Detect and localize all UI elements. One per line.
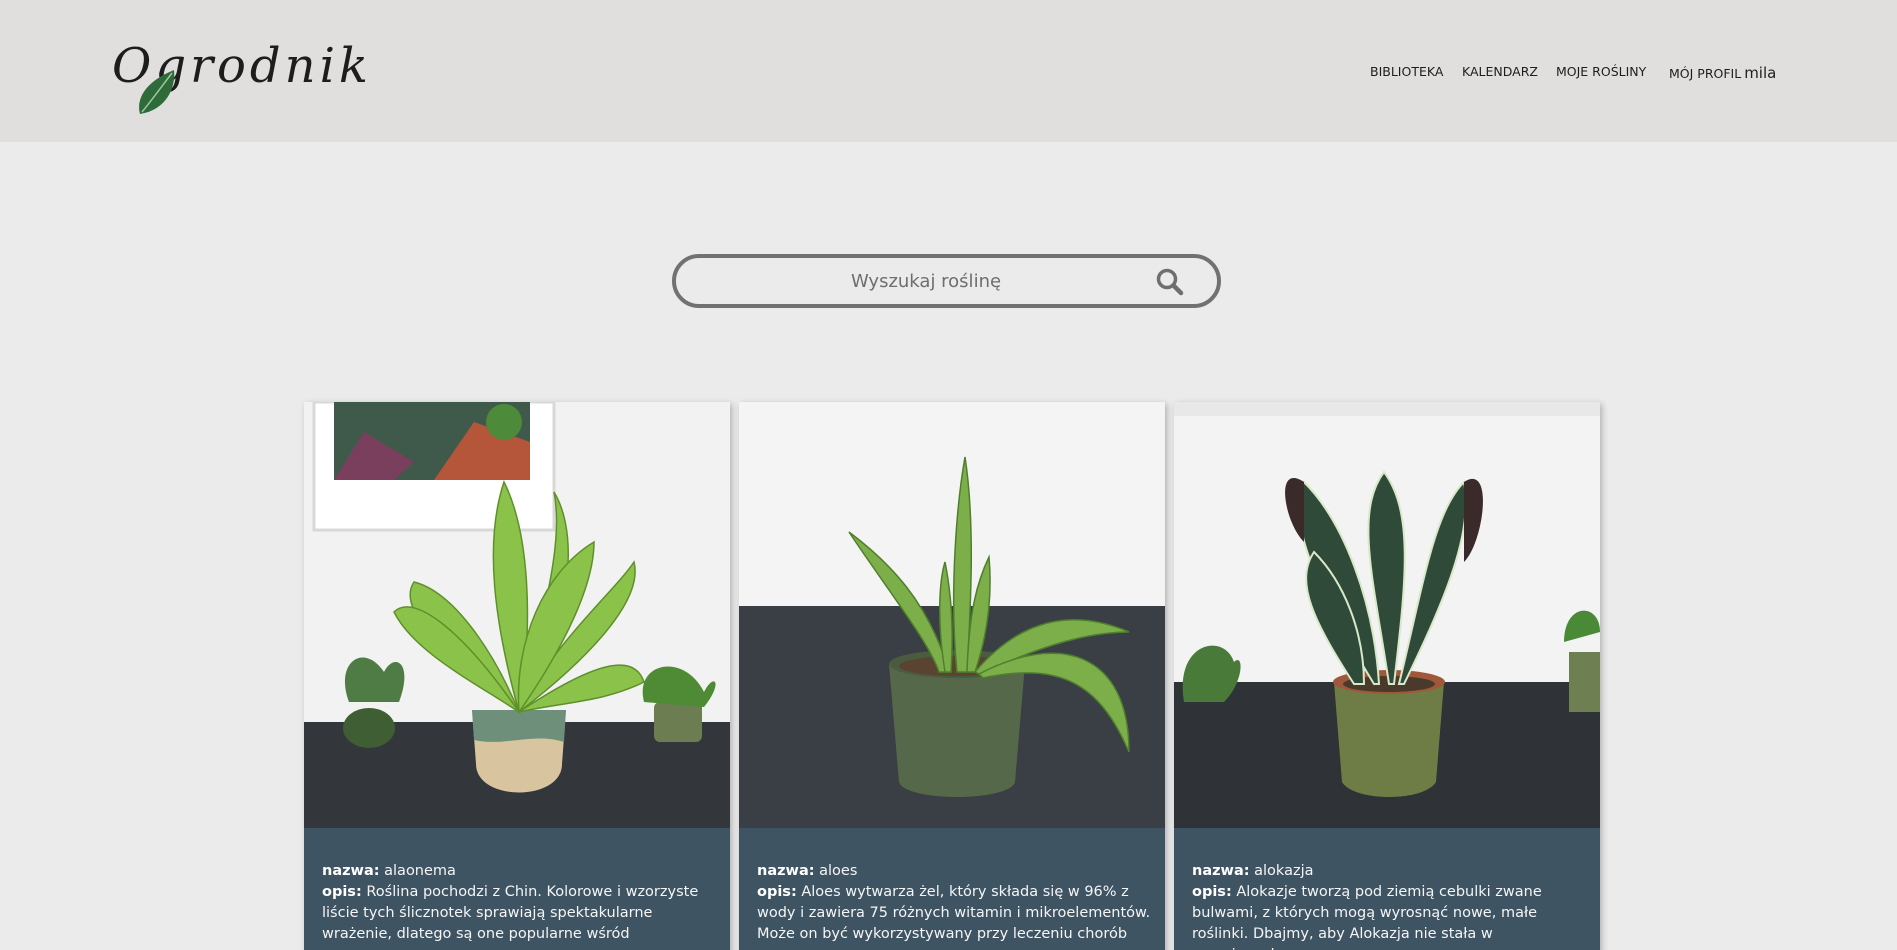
nav-moj-profil[interactable]: MÓJ PROFIL mila xyxy=(1669,64,1776,82)
description-label: opis: xyxy=(322,884,362,900)
nav-kalendarz[interactable]: KALENDARZ xyxy=(1462,64,1538,79)
plant-description: Roślina pochodzi z Chin. Kolorowe i wzor… xyxy=(322,884,699,942)
plant-card[interactable]: nazwa: alokazja opis: Alokazje tworzą po… xyxy=(1174,402,1600,950)
plant-photo xyxy=(1174,402,1600,828)
search-input[interactable] xyxy=(696,267,1156,295)
nav-moje-rosliny[interactable]: MOJE ROŚLINY xyxy=(1556,64,1646,79)
nav-moj-profil-label: MÓJ PROFIL xyxy=(1669,66,1742,81)
plant-name: alaonema xyxy=(384,863,456,879)
plant-name-row: nazwa: alaonema xyxy=(322,861,716,882)
search-bar xyxy=(672,254,1221,308)
leaf-icon xyxy=(139,70,175,114)
plant-name-row: nazwa: aloes xyxy=(757,861,1151,882)
description-label: opis: xyxy=(1192,884,1232,900)
name-label: nazwa: xyxy=(757,863,815,879)
plant-name: alokazja xyxy=(1254,863,1314,879)
plant-name: aloes xyxy=(819,863,858,879)
plant-description-row: opis: Alokazje tworzą pod ziemią cebulki… xyxy=(1192,882,1586,950)
plant-photo xyxy=(304,402,730,828)
plant-description-row: opis: Roślina pochodzi z Chin. Kolorowe … xyxy=(322,882,716,945)
plant-info: nazwa: alokazja opis: Alokazje tworzą po… xyxy=(1192,861,1586,950)
plant-info: nazwa: alaonema opis: Roślina pochodzi z… xyxy=(322,861,716,945)
plant-description: Aloes wytwarza żel, który składa się w 9… xyxy=(757,884,1151,942)
plant-info: nazwa: aloes opis: Aloes wytwarza żel, k… xyxy=(757,861,1151,945)
description-label: opis: xyxy=(757,884,797,900)
plant-photo xyxy=(739,402,1165,828)
plant-card[interactable]: nazwa: alaonema opis: Roślina pochodzi z… xyxy=(304,402,730,950)
name-label: nazwa: xyxy=(322,863,380,879)
username: mila xyxy=(1744,64,1777,82)
search-icon[interactable] xyxy=(1154,266,1186,298)
nav-biblioteka[interactable]: BIBLIOTEKA xyxy=(1370,64,1443,79)
plant-description-row: opis: Aloes wytwarza żel, który składa s… xyxy=(757,882,1151,945)
logo[interactable]: Ogrodnik xyxy=(112,36,368,118)
site-header: Ogrodnik BIBLIOTEKA KALENDARZ MOJE ROŚLI… xyxy=(0,0,1897,142)
name-label: nazwa: xyxy=(1192,863,1250,879)
plant-name-row: nazwa: alokazja xyxy=(1192,861,1586,882)
plant-description: Alokazje tworzą pod ziemią cebulki zwane… xyxy=(1192,884,1542,950)
plant-card[interactable]: nazwa: aloes opis: Aloes wytwarza żel, k… xyxy=(739,402,1165,950)
